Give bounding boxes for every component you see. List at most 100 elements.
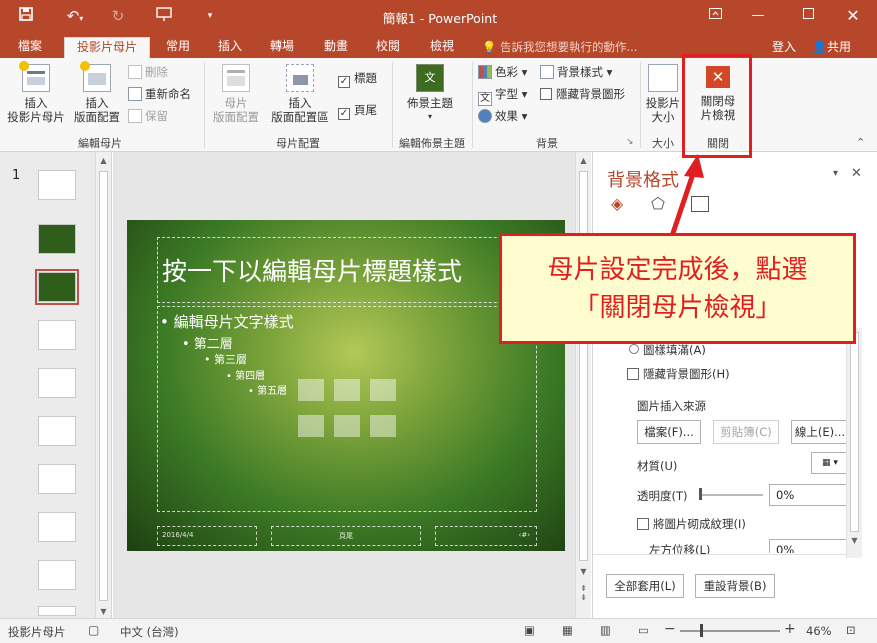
scroll-down-icon[interactable]: ▼ <box>96 607 111 616</box>
tab-transitions[interactable]: 轉場 <box>262 37 302 58</box>
picture-icon[interactable] <box>298 415 324 437</box>
hide-bg-graphics-checkbox[interactable]: 隱藏背景圖形(H) <box>627 366 730 382</box>
minimize-icon[interactable]: — <box>743 4 773 28</box>
insert-placeholder-button[interactable]: 插入 版面配置區 <box>264 64 336 124</box>
collapse-ribbon-icon[interactable]: ⌃ <box>856 136 865 149</box>
video-icon[interactable] <box>370 415 396 437</box>
language-indicator[interactable]: 中文 (台灣) <box>120 624 179 640</box>
tab-slide-master[interactable]: 投影片母片 <box>64 37 150 58</box>
slide-sorter-icon[interactable]: ▦ <box>562 623 573 637</box>
date-placeholder[interactable]: 2016/4/4 <box>157 526 257 546</box>
layout-thumbnail[interactable] <box>38 320 76 350</box>
pane-scrollbar[interactable]: ▼ <box>846 328 862 558</box>
undo-icon[interactable]: ↶▾ <box>58 6 92 26</box>
online-button[interactable]: 線上(E)... <box>791 420 849 444</box>
themes-button[interactable]: 文 佈景主題 ▾ <box>398 64 462 124</box>
fit-to-window-icon[interactable]: ⊡ <box>846 623 856 637</box>
scroll-down-icon[interactable]: ▼ <box>576 567 591 576</box>
redo-icon[interactable]: ↻ <box>106 6 130 26</box>
zoom-level[interactable]: 46% <box>806 624 832 638</box>
previous-slide-icon[interactable]: ⇞ <box>576 584 591 593</box>
footer-placeholder[interactable]: 頁尾 <box>271 526 421 546</box>
share-button[interactable]: 👤共用 <box>812 37 851 57</box>
pane-options-icon[interactable]: ▾ <box>833 168 838 179</box>
zoom-out-icon[interactable]: − <box>664 621 676 637</box>
colors-button[interactable]: 色彩 ▾ <box>478 62 527 82</box>
fonts-button[interactable]: 文字型 ▾ <box>478 84 527 106</box>
rename-button[interactable]: 重新命名 <box>128 84 191 104</box>
tab-animations[interactable]: 動畫 <box>316 37 356 58</box>
layout-thumbnail-selected[interactable] <box>35 269 79 305</box>
scroll-thumb[interactable] <box>850 332 859 532</box>
dialog-launcher-icon[interactable]: ↘ <box>626 137 634 147</box>
signin-link[interactable]: 登入 <box>772 37 796 57</box>
layout-thumbnail[interactable] <box>38 224 76 254</box>
footer-checkbox[interactable]: ✓ 頁尾 <box>338 100 377 120</box>
master-thumbnail[interactable] <box>38 170 76 200</box>
close-icon[interactable]: ✕ <box>838 4 868 28</box>
slider-handle[interactable] <box>699 488 702 500</box>
scroll-thumb[interactable] <box>99 171 108 601</box>
scroll-thumb[interactable] <box>579 171 588 561</box>
table-icon[interactable] <box>298 379 324 401</box>
apply-all-button[interactable]: 全部套用(L) <box>606 574 684 598</box>
file-button[interactable]: 檔案(F)... <box>637 420 701 444</box>
zoom-slider-handle[interactable] <box>700 624 703 637</box>
clipboard-button[interactable]: 剪貼簿(C) <box>713 420 779 444</box>
close-icon[interactable]: ✕ <box>851 166 862 181</box>
body-placeholder[interactable]: • 編輯母片文字樣式 • 第二層 • 第三層 • 第四層 • 第五層 <box>157 306 537 512</box>
insert-slide-master-button[interactable]: 插入 投影片母片 <box>4 61 68 124</box>
ribbon-display-icon[interactable] <box>700 4 730 28</box>
normal-view-icon[interactable]: ▣ <box>524 623 535 637</box>
number-placeholder[interactable]: ‹#› <box>435 526 537 546</box>
tile-checkbox[interactable]: 將圖片砌成紋理(I) <box>637 516 746 532</box>
present-icon[interactable] <box>150 6 178 26</box>
layout-thumbnail[interactable] <box>38 416 76 446</box>
spellcheck-icon[interactable]: ▢ <box>88 623 99 637</box>
title-placeholder[interactable]: 按一下以編輯母片標題樣式 <box>157 237 537 303</box>
delete-button[interactable]: 刪除 <box>128 62 168 82</box>
master-layout-button[interactable]: 母片 版面配置 <box>208 64 264 124</box>
zoom-slider[interactable] <box>680 630 780 632</box>
transparency-slider[interactable] <box>701 494 763 496</box>
offset-left-input[interactable]: 0% <box>769 539 849 553</box>
online-picture-icon[interactable] <box>334 415 360 437</box>
customize-icon[interactable]: ▾ <box>200 6 220 26</box>
hide-bg-checkbox[interactable]: 隱藏背景圖形 <box>540 84 625 104</box>
restore-icon[interactable] <box>793 4 823 28</box>
save-icon[interactable] <box>14 6 38 26</box>
insert-layout-button[interactable]: 插入 版面配置 <box>70 61 124 124</box>
tab-view[interactable]: 檢視 <box>422 37 462 58</box>
reset-background-button[interactable]: 重設背景(B) <box>695 574 775 598</box>
thumbnail-scrollbar[interactable]: ▲ ▼ <box>95 152 111 618</box>
slide-size-button[interactable]: 投影片 大小 <box>644 64 682 124</box>
fill-icon[interactable]: ◈ <box>611 194 623 213</box>
title-checkbox[interactable]: ✓ 標題 <box>338 68 377 88</box>
layout-thumbnail[interactable] <box>38 606 76 616</box>
pattern-fill-radio[interactable]: 圖樣填滿(A) <box>629 342 706 358</box>
editor-scrollbar[interactable]: ▲ ▼ ⇞ ⇟ <box>575 152 591 618</box>
zoom-in-icon[interactable]: + <box>784 621 796 637</box>
scroll-up-icon[interactable]: ▲ <box>576 156 591 165</box>
layout-thumbnail[interactable] <box>38 464 76 494</box>
tab-home[interactable]: 常用 <box>158 37 198 58</box>
chart-icon[interactable] <box>334 379 360 401</box>
next-slide-icon[interactable]: ⇟ <box>576 593 591 602</box>
layout-thumbnail[interactable] <box>38 560 76 590</box>
smartart-icon[interactable] <box>370 379 396 401</box>
tab-review[interactable]: 校閱 <box>368 37 408 58</box>
bg-styles-button[interactable]: 背景樣式 ▾ <box>540 62 612 82</box>
slideshow-icon[interactable]: ▭ <box>638 623 649 637</box>
scroll-down-icon[interactable]: ▼ <box>847 536 862 545</box>
preserve-button[interactable]: 保留 <box>128 106 168 126</box>
transparency-input[interactable]: 0% <box>769 484 849 506</box>
tab-file[interactable]: 檔案 <box>8 37 52 58</box>
layout-thumbnail[interactable] <box>38 368 76 398</box>
scroll-up-icon[interactable]: ▲ <box>96 156 111 165</box>
reading-view-icon[interactable]: ▥ <box>600 623 611 637</box>
effects-button[interactable]: 效果 ▾ <box>478 106 527 126</box>
layout-thumbnail[interactable] <box>38 512 76 542</box>
tab-insert[interactable]: 插入 <box>210 37 250 58</box>
texture-dropdown[interactable]: ▦ ▾ <box>811 452 849 474</box>
tell-me-box[interactable]: 💡 告訴我您想要執行的動作... <box>482 37 637 57</box>
